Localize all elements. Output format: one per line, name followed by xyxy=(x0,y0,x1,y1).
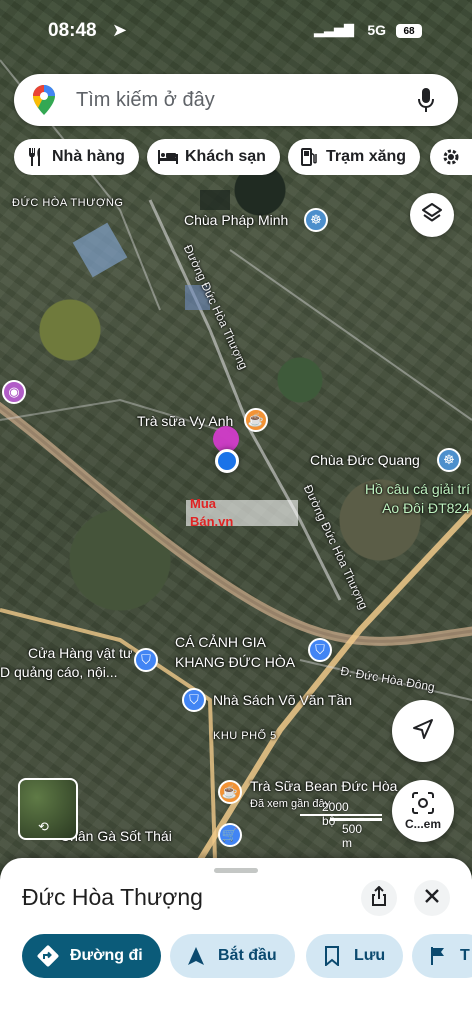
flag-icon xyxy=(426,944,450,968)
chip-label: Trạm xăng xyxy=(326,148,407,165)
watermark-line1: Mua xyxy=(190,496,216,511)
map-label-chua-duc-quang[interactable]: Chùa Đức Quang xyxy=(310,452,420,468)
locate-me-button[interactable] xyxy=(392,700,454,762)
signal-bars-icon: ▂▃▅▇ xyxy=(314,22,354,37)
lens-label: C...em xyxy=(404,816,441,831)
directions-icon xyxy=(36,944,60,968)
chip-label: Nhà hàng xyxy=(52,148,125,165)
directions-button[interactable]: Đường đi xyxy=(22,934,161,978)
share-icon xyxy=(371,885,387,911)
layers-button[interactable] xyxy=(410,193,454,237)
chip-hotels[interactable]: Khách sạn xyxy=(147,139,280,175)
street-view-thumbnail[interactable]: ⟲ xyxy=(18,778,78,840)
watermark-logo: Mua Bán.vn xyxy=(186,497,298,529)
microphone-icon[interactable] xyxy=(406,80,446,120)
camera-lens-icon xyxy=(411,791,435,819)
google-maps-pin-icon xyxy=(26,82,62,118)
scale-meters: 500 m xyxy=(342,822,363,850)
search-input[interactable]: Tìm kiếm ở đây xyxy=(76,89,406,112)
my-location-dot xyxy=(215,449,239,473)
chip-more[interactable] xyxy=(430,139,472,175)
navigation-arrow-icon xyxy=(184,944,208,968)
bookmark-icon xyxy=(320,944,344,968)
gear-icon xyxy=(440,146,462,168)
directions-label: Đường đi xyxy=(70,947,143,964)
camera-icon[interactable]: ◉ xyxy=(2,380,26,404)
shopping-bag-icon-3[interactable]: ⛉ xyxy=(182,688,206,712)
cafe-icon-2[interactable]: ☕ xyxy=(218,780,242,804)
place-title: Đức Hòa Thượng xyxy=(22,884,203,910)
action-buttons: Đường đi Bắt đầu Lưu T xyxy=(22,934,472,978)
maps-screen: ĐỨC HÒA THƯỢNG Chùa Pháp Minh ☸ Đường Đứ… xyxy=(0,0,472,1024)
chip-restaurants[interactable]: Nhà hàng xyxy=(14,139,139,175)
close-icon xyxy=(425,888,439,908)
map-label-chua-phap-minh[interactable]: Chùa Pháp Minh xyxy=(184,212,288,228)
scale-bar-feet xyxy=(300,814,382,816)
chip-label: Khách sạn xyxy=(185,148,266,165)
chip-gas-stations[interactable]: Trạm xăng xyxy=(288,139,421,175)
map-label-cua-hang[interactable]: Cửa Hàng vật tư xyxy=(28,645,132,661)
category-chips: Nhà hàng Khách sạn Trạm xăng xyxy=(14,139,472,175)
location-arrow-icon: ➤ xyxy=(112,20,128,40)
share-button[interactable] xyxy=(361,880,397,916)
map-label-area: ĐỨC HÒA THƯỢNG xyxy=(12,197,124,209)
scale-bar-meters xyxy=(330,818,382,821)
navigation-arrow-icon xyxy=(411,717,435,746)
start-label: Bắt đầu xyxy=(218,947,277,964)
rotate-360-icon: ⟲ xyxy=(38,819,49,834)
map-label-quang-cao[interactable]: D quảng cáo, nội... xyxy=(0,664,118,680)
layers-icon xyxy=(421,202,443,229)
map-label-khang-duc-hoa[interactable]: KHANG ĐỨC HÒA xyxy=(175,654,295,670)
utensils-icon xyxy=(24,146,46,168)
map-label-nha-sach[interactable]: Nhà Sách Võ Văn Tần xyxy=(213,692,352,708)
map-label-ao-doi[interactable]: Ao Đôi ĐT824 xyxy=(382,500,470,516)
map-label-tra-sua-bean[interactable]: Trà Sữa Bean Đức Hòa xyxy=(250,778,397,794)
map-label-ca-canh[interactable]: CÁ CẢNH GIA xyxy=(175,634,266,650)
map-label-khu-pho-5: KHU PHỐ 5 xyxy=(213,730,277,742)
map-label-da-xem: Đã xem gần đây xyxy=(250,798,331,810)
battery-icon: 68 xyxy=(396,24,422,38)
drag-handle[interactable] xyxy=(214,868,258,873)
cart-icon[interactable]: 🛒 xyxy=(218,823,242,847)
network-type: 5G xyxy=(367,22,386,38)
bed-icon xyxy=(157,146,179,168)
save-label: Lưu xyxy=(354,947,386,964)
search-bar[interactable]: Tìm kiếm ở đây xyxy=(14,74,458,126)
map-label-ho-cau[interactable]: Hồ câu cá giải trí xyxy=(365,481,470,497)
close-button[interactable] xyxy=(414,880,450,916)
shopping-bag-icon[interactable]: ⛉ xyxy=(134,648,158,672)
more-action-button[interactable]: T xyxy=(412,934,472,978)
status-time: 08:48 xyxy=(48,20,97,41)
cafe-icon[interactable]: ☕ xyxy=(244,408,268,432)
watermark-line2: Bán.vn xyxy=(190,514,234,529)
place-bottom-sheet[interactable]: Đức Hòa Thượng Đường đi Bắt đầu Lưu T xyxy=(0,858,472,1024)
start-button[interactable]: Bắt đầu xyxy=(170,934,295,978)
status-bar: 08:48 ➤ ▂▃▅▇ 5G 68 xyxy=(0,0,472,64)
shopping-bag-icon-2[interactable]: ⛉ xyxy=(308,638,332,662)
more-action-label: T xyxy=(460,947,470,964)
gas-pump-icon xyxy=(298,146,320,168)
lens-button[interactable]: C...em xyxy=(392,780,454,842)
temple-icon[interactable]: ☸ xyxy=(304,208,328,232)
temple-icon-2[interactable]: ☸ xyxy=(437,448,461,472)
save-button[interactable]: Lưu xyxy=(306,934,404,978)
